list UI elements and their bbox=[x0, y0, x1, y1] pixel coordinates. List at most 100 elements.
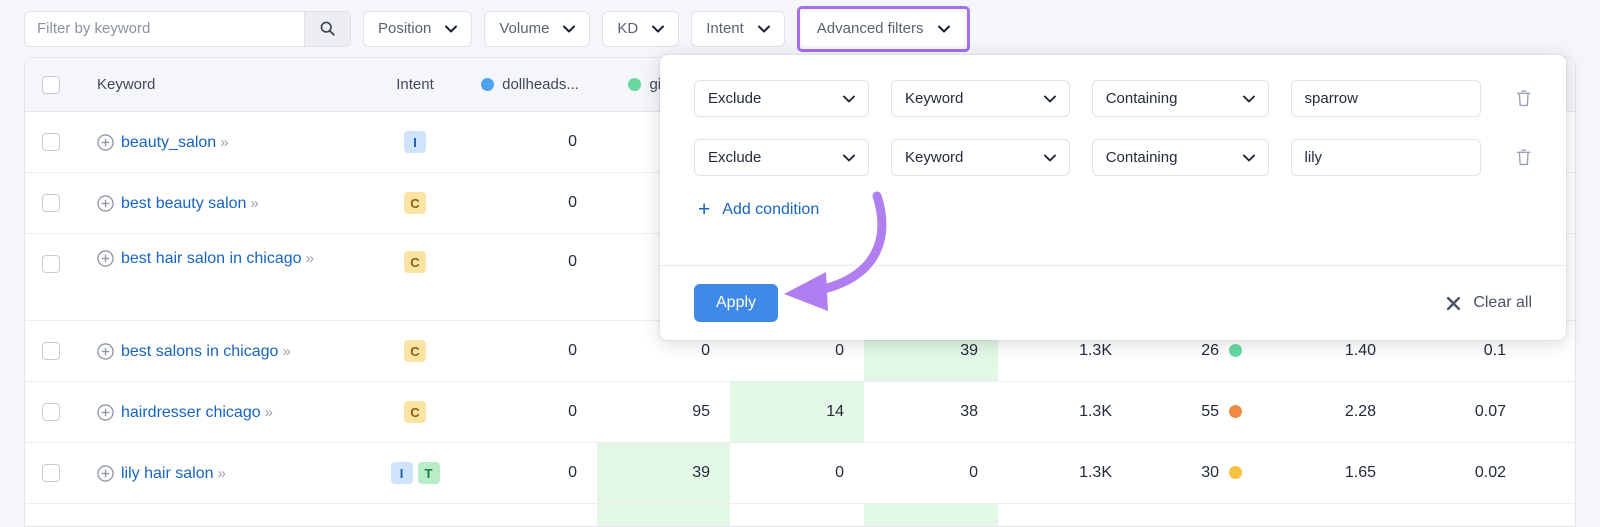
keyword-cell: hairdresser chicago» bbox=[77, 402, 367, 423]
search-icon bbox=[320, 21, 335, 36]
apply-button[interactable]: Apply bbox=[694, 284, 779, 322]
row-select-cell[interactable] bbox=[25, 255, 77, 273]
keyword-link[interactable]: lily hair salon» bbox=[121, 463, 226, 484]
filter-position-label: Position bbox=[378, 20, 432, 37]
metric-cell: 0 bbox=[568, 342, 577, 359]
expand-chevrons-icon: » bbox=[217, 464, 225, 482]
clear-all-label: Clear all bbox=[1473, 294, 1532, 311]
keyword-link[interactable]: best beauty salon» bbox=[121, 193, 259, 214]
add-keyword-icon[interactable] bbox=[97, 194, 114, 212]
row-checkbox[interactable] bbox=[42, 464, 60, 482]
search-input[interactable] bbox=[25, 11, 304, 46]
panel-footer: Apply Clear all bbox=[660, 265, 1566, 340]
chevron-down-icon bbox=[1043, 95, 1056, 102]
add-keyword-icon[interactable] bbox=[97, 250, 114, 267]
metric-cell: 1.65 bbox=[1344, 464, 1376, 481]
metric-cell: 14 bbox=[730, 382, 864, 442]
row-select-cell[interactable] bbox=[25, 133, 77, 151]
metric-cell: 95 bbox=[692, 403, 710, 420]
condition-operator-select-2[interactable]: Containing bbox=[1091, 139, 1269, 176]
row-checkbox[interactable] bbox=[42, 194, 60, 212]
trash-icon[interactable] bbox=[1515, 88, 1532, 109]
table-row-partial[interactable] bbox=[25, 504, 1575, 526]
advanced-filters-panel: Exclude Keyword Containing sparrow Exclu… bbox=[660, 55, 1566, 340]
intent-cell: C bbox=[367, 340, 463, 362]
condition-mode-select-1[interactable]: Exclude bbox=[694, 80, 870, 117]
filter-intent-label: Intent bbox=[706, 20, 744, 37]
header-domain-a[interactable]: dollheads... bbox=[463, 76, 597, 93]
metric-cell: 0 bbox=[568, 253, 577, 270]
keyword-cell: best beauty salon» bbox=[77, 193, 367, 214]
advanced-filters-button[interactable]: Advanced filters bbox=[801, 10, 965, 47]
row-select-cell[interactable] bbox=[25, 403, 77, 421]
table-row[interactable]: lily hair salon» I T 0 39 0 0 1.3K 30 1.… bbox=[25, 443, 1575, 504]
domain-b-dot-icon bbox=[628, 78, 642, 91]
condition-field-select-1[interactable]: Keyword bbox=[891, 80, 1070, 117]
condition-mode-value: Exclude bbox=[708, 149, 762, 166]
keyword-text: best salons in chicago bbox=[121, 342, 279, 360]
metric-cell: 2.28 bbox=[1344, 403, 1376, 420]
metric-cell: 1.3K bbox=[1079, 464, 1112, 481]
keyword-link[interactable]: hairdresser chicago» bbox=[121, 402, 273, 423]
keyword-search[interactable] bbox=[24, 10, 351, 47]
filter-toolbar: Position Volume KD Intent Advanced bbox=[0, 0, 1600, 57]
add-keyword-icon[interactable] bbox=[97, 342, 114, 360]
add-keyword-icon[interactable] bbox=[97, 403, 114, 421]
keyword-cell: beauty_salon» bbox=[77, 132, 367, 153]
plus-icon: + bbox=[698, 198, 711, 221]
intent-badge: I bbox=[404, 131, 426, 153]
condition-field-value: Keyword bbox=[905, 149, 964, 166]
trash-icon[interactable] bbox=[1515, 147, 1532, 168]
select-all-cell[interactable] bbox=[25, 75, 77, 94]
select-all-checkbox[interactable] bbox=[42, 75, 60, 94]
condition-value-input-2[interactable] bbox=[1290, 139, 1481, 176]
clear-all-button[interactable]: Clear all bbox=[1446, 294, 1532, 312]
row-checkbox[interactable] bbox=[42, 255, 60, 273]
row-select-cell[interactable] bbox=[25, 342, 77, 360]
condition-field-value: Keyword bbox=[905, 90, 964, 107]
metric-cell: 0 bbox=[835, 464, 844, 481]
chevron-down-icon bbox=[843, 95, 855, 102]
kd-cell: 55 bbox=[1132, 403, 1262, 421]
app-root: Position Volume KD Intent Advanced bbox=[0, 0, 1600, 527]
keyword-link[interactable]: best salons in chicago» bbox=[121, 341, 291, 362]
condition-field-select-2[interactable]: Keyword bbox=[891, 139, 1070, 176]
header-keyword[interactable]: Keyword bbox=[77, 76, 367, 93]
metric-cell: 0.07 bbox=[1474, 403, 1506, 420]
row-select-cell[interactable] bbox=[25, 464, 77, 482]
keyword-cell: lily hair salon» bbox=[77, 463, 367, 484]
row-checkbox[interactable] bbox=[42, 403, 60, 421]
keyword-text: beauty_salon bbox=[121, 133, 217, 151]
condition-operator-select-1[interactable]: Containing bbox=[1091, 80, 1269, 117]
filter-kd[interactable]: KD bbox=[602, 10, 680, 47]
metric-cell: 0 bbox=[568, 464, 577, 481]
filter-volume[interactable]: Volume bbox=[484, 10, 591, 47]
chevron-down-icon bbox=[563, 25, 576, 32]
metric-cell: 14M bbox=[1526, 464, 1575, 482]
filter-volume-label: Volume bbox=[499, 20, 550, 37]
filter-intent[interactable]: Intent bbox=[691, 10, 785, 47]
add-keyword-icon[interactable] bbox=[97, 133, 114, 151]
condition-value-input-1[interactable] bbox=[1290, 80, 1481, 117]
filter-position[interactable]: Position bbox=[363, 10, 473, 47]
table-row[interactable]: hairdresser chicago» C 0 95 14 38 1.3K 5… bbox=[25, 382, 1575, 443]
keyword-link[interactable]: best hair salon in chicago» bbox=[121, 248, 314, 269]
keyword-link[interactable]: beauty_salon» bbox=[121, 132, 229, 153]
add-keyword-icon[interactable] bbox=[97, 464, 114, 482]
metric-cell: 0.1 bbox=[1483, 342, 1506, 359]
kd-value: 55 bbox=[1201, 403, 1219, 420]
condition-mode-select-2[interactable]: Exclude bbox=[694, 139, 870, 176]
kd-cell: 26 bbox=[1132, 342, 1262, 360]
row-checkbox[interactable] bbox=[42, 342, 60, 360]
metric-cell: 723M bbox=[1526, 403, 1575, 421]
row-checkbox[interactable] bbox=[42, 133, 60, 151]
metric-cell: 1.3K bbox=[1079, 342, 1112, 359]
header-intent[interactable]: Intent bbox=[367, 76, 463, 93]
search-button[interactable] bbox=[304, 11, 350, 46]
keyword-cell: best hair salon in chicago» bbox=[77, 248, 367, 269]
add-condition-button[interactable]: + Add condition bbox=[660, 187, 1566, 220]
metric-cell: 0 bbox=[969, 464, 978, 481]
keyword-text: hairdresser chicago bbox=[121, 403, 261, 421]
row-select-cell[interactable] bbox=[25, 194, 77, 212]
domain-a-dot-icon bbox=[481, 78, 495, 91]
